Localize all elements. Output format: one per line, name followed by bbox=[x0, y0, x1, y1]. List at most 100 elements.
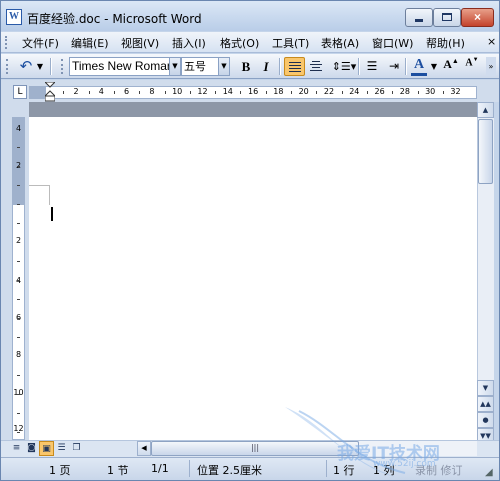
ruler-tick bbox=[17, 204, 20, 205]
normal-view-button[interactable]: ≡ bbox=[9, 441, 24, 456]
font-size-select[interactable]: 五号 bbox=[181, 57, 219, 76]
window-title: 百度经验.doc - Microsoft Word bbox=[27, 12, 202, 26]
status-page: 1 页 bbox=[49, 464, 71, 477]
ruler-tick bbox=[443, 91, 444, 94]
menu-window[interactable]: 窗口(W) bbox=[372, 35, 413, 51]
ruler-tick bbox=[342, 91, 343, 94]
close-document-button[interactable]: × bbox=[487, 35, 496, 48]
scroll-down-button[interactable]: ▼ bbox=[477, 380, 494, 396]
align-justify-button[interactable] bbox=[284, 57, 305, 76]
menu-view[interactable]: 视图(V) bbox=[121, 35, 159, 51]
reading-layout-icon: ❐ bbox=[72, 443, 81, 453]
ruler-number: 12 bbox=[197, 87, 208, 96]
undo-button[interactable]: ↶ bbox=[17, 57, 35, 76]
increase-indent-button[interactable]: ⇥ bbox=[385, 57, 403, 76]
tab-selector-button[interactable]: L bbox=[13, 85, 27, 99]
previous-page-button[interactable]: ▲▲ bbox=[477, 396, 494, 412]
browse-object-icon: ● bbox=[482, 416, 489, 424]
menu-edit[interactable]: 编辑(E) bbox=[71, 35, 109, 51]
font-color-dropdown-button[interactable]: ▼ bbox=[429, 57, 439, 76]
ruler-tick bbox=[17, 432, 20, 433]
word-app-icon[interactable]: W bbox=[6, 9, 22, 25]
toolbar-options-button[interactable]: » bbox=[486, 57, 496, 76]
indent-marker-icon[interactable] bbox=[45, 82, 55, 102]
web-layout-view-button[interactable]: ◙ bbox=[24, 441, 39, 456]
chevron-right-icon: » bbox=[488, 62, 494, 71]
menu-tools[interactable]: 工具(T) bbox=[272, 35, 309, 51]
watermark-url: www.52ij.com bbox=[373, 459, 436, 469]
font-name-select[interactable]: Times New Roman bbox=[69, 57, 170, 76]
ruler-number: 10 bbox=[13, 388, 24, 397]
menu-help[interactable]: 帮助(H) bbox=[426, 35, 465, 51]
ruler-number: 28 bbox=[399, 87, 410, 96]
vertical-scroll-thumb[interactable] bbox=[478, 119, 493, 184]
ruler-tick bbox=[17, 337, 20, 338]
reading-layout-view-button[interactable]: ❐ bbox=[69, 441, 84, 456]
ruler-number: 10 bbox=[172, 87, 183, 96]
ruler-tick bbox=[114, 91, 115, 94]
document-page[interactable] bbox=[29, 102, 477, 440]
toolbar-separator bbox=[279, 58, 281, 75]
menu-grip-handle[interactable] bbox=[5, 36, 8, 49]
chevron-up-icon: ▲ bbox=[482, 106, 489, 114]
print-layout-view-button[interactable]: ▣ bbox=[39, 441, 54, 456]
menu-table[interactable]: 表格(A) bbox=[321, 35, 359, 51]
chevron-down-icon: ▼ bbox=[430, 62, 438, 71]
horizontal-scroll-thumb[interactable]: ||| bbox=[151, 441, 359, 456]
ruler-tick bbox=[89, 91, 90, 94]
ruler-tick bbox=[17, 375, 20, 376]
ruler-number: 26 bbox=[374, 87, 385, 96]
ruler-tick bbox=[215, 91, 216, 94]
close-button[interactable]: × bbox=[461, 8, 494, 27]
indent-icon: ⇥ bbox=[388, 59, 400, 73]
shrink-font-label: A bbox=[465, 57, 473, 69]
undo-dropdown-button[interactable]: ▼ bbox=[35, 57, 45, 76]
shrink-font-button[interactable]: A▼ bbox=[463, 57, 481, 76]
page-top-gap bbox=[29, 102, 477, 117]
text-cursor bbox=[51, 207, 53, 221]
status-section: 1 节 bbox=[107, 464, 129, 477]
text-boundary-mark bbox=[29, 185, 50, 186]
ruler-tick bbox=[17, 356, 20, 357]
outline-view-button[interactable]: ☰ bbox=[54, 441, 69, 456]
ruler-number: 30 bbox=[425, 87, 436, 96]
scroll-up-button[interactable]: ▲ bbox=[477, 102, 494, 118]
resize-grip-icon[interactable]: ◢ bbox=[485, 467, 497, 479]
bold-button[interactable]: B bbox=[237, 57, 255, 76]
ruler-tick bbox=[240, 91, 241, 94]
ruler-tick bbox=[17, 242, 20, 243]
scroll-left-button[interactable]: ◀ bbox=[137, 441, 151, 456]
chevron-down-icon: ▼ bbox=[221, 62, 227, 70]
grow-font-button[interactable]: A▲ bbox=[442, 57, 460, 76]
status-separator bbox=[189, 460, 190, 477]
line-spacing-button[interactable]: ⇕☰▾ bbox=[331, 57, 357, 76]
ruler-number: 18 bbox=[273, 87, 284, 96]
ruler-number: 4 bbox=[98, 87, 104, 96]
ruler-tick bbox=[418, 91, 419, 94]
italic-button[interactable]: I bbox=[257, 57, 275, 76]
ruler-tick bbox=[17, 147, 20, 148]
ruler-number: 8 bbox=[149, 87, 155, 96]
status-position: 位置 2.5厘米 bbox=[197, 464, 262, 477]
align-center-button[interactable] bbox=[307, 57, 325, 76]
menu-format[interactable]: 格式(O) bbox=[220, 35, 259, 51]
ruler-tick bbox=[17, 299, 20, 300]
toolbar-grip-handle[interactable] bbox=[6, 59, 9, 74]
ruler-number: 16 bbox=[248, 87, 259, 96]
ruler-tick bbox=[266, 91, 267, 94]
minimize-button[interactable] bbox=[405, 8, 433, 27]
bullets-button[interactable]: ☰ bbox=[363, 57, 381, 76]
ruler-number: 4 bbox=[15, 124, 22, 133]
font-size-dropdown-button[interactable]: ▼ bbox=[218, 57, 230, 76]
bullets-icon: ☰ bbox=[366, 59, 378, 73]
ruler-tick bbox=[165, 91, 166, 94]
maximize-button[interactable] bbox=[433, 8, 461, 27]
word-window: W 百度经验.doc - Microsoft Word × 文件(F) 编辑(E… bbox=[0, 0, 500, 481]
web-layout-icon: ◙ bbox=[27, 443, 36, 453]
select-browse-object-button[interactable]: ● bbox=[477, 412, 494, 428]
toolbar-separator bbox=[50, 58, 52, 75]
toolbar-grip-handle-2[interactable] bbox=[61, 59, 64, 74]
menu-insert[interactable]: 插入(I) bbox=[172, 35, 206, 51]
font-name-dropdown-button[interactable]: ▼ bbox=[169, 57, 181, 76]
menu-file[interactable]: 文件(F) bbox=[22, 35, 59, 51]
